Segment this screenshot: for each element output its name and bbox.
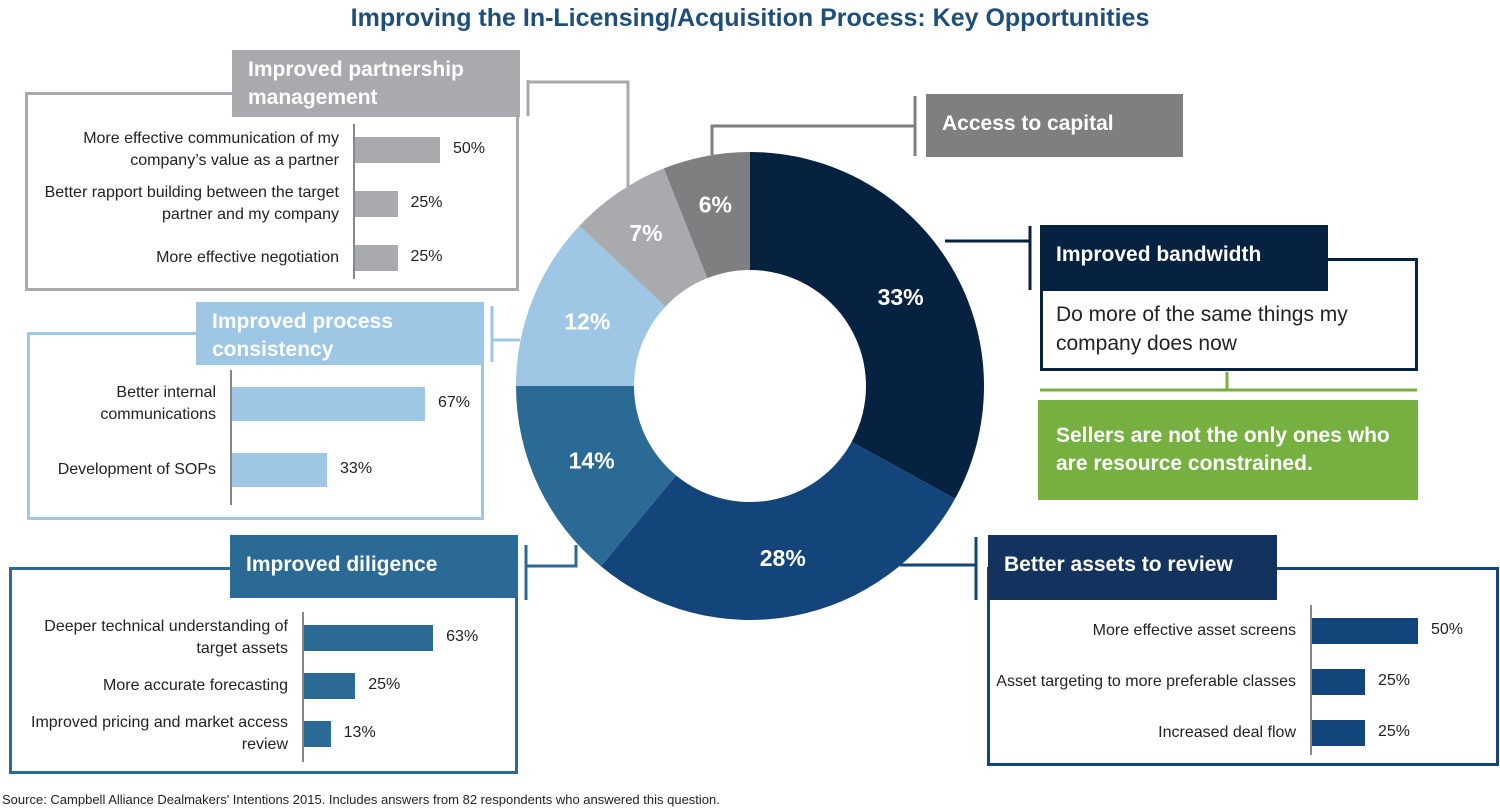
bar-value-label: 63% <box>446 628 479 645</box>
bar-category-label: More effective asset screens <box>1092 622 1296 639</box>
bar-value-label: 25% <box>1378 672 1411 689</box>
bar-category-label: More effective negotiation <box>156 249 339 266</box>
bar <box>232 387 425 421</box>
bar-value-label: 25% <box>1378 723 1411 740</box>
bar-value-label: 50% <box>453 140 486 157</box>
process-header: Improved process consistency <box>196 302 484 365</box>
bar-value-label: 33% <box>340 460 373 477</box>
bar <box>355 191 398 217</box>
bar-value-label: 25% <box>410 248 443 265</box>
bar <box>1312 618 1418 644</box>
bar-category-label: Development of SOPs <box>57 461 216 478</box>
bar-value-label: 50% <box>1431 621 1464 638</box>
donut-chart: 33% 28% 14% 12% 7% 6% <box>516 152 985 621</box>
bar-category-label: Better rapport building between the targ… <box>44 184 339 223</box>
bar-value-label: 13% <box>343 724 376 741</box>
access-capital-header: Access to capital <box>926 94 1183 157</box>
slice-label: 6% <box>699 191 732 217</box>
bandwidth-text: Do more of the same things my company do… <box>1056 303 1348 355</box>
slice-label: 14% <box>569 448 615 474</box>
bar-category-label: Deeper technical understanding of target… <box>44 618 288 657</box>
bandwidth-header: Improved bandwidth <box>1040 225 1328 291</box>
bar <box>355 137 440 163</box>
bar-value-label: 25% <box>410 194 443 211</box>
bar-category-label: Asset targeting to more preferable class… <box>996 673 1296 690</box>
bar <box>304 673 356 699</box>
slice-label: 28% <box>760 545 806 571</box>
assets-header: Better assets to review <box>988 535 1277 600</box>
bar <box>304 625 434 651</box>
bar-value-label: 25% <box>368 676 401 693</box>
donut-slice <box>750 152 985 499</box>
bar-category-label: More effective communication of my compa… <box>83 130 339 169</box>
callout-box: Sellers are not the only ones who are re… <box>1038 400 1418 500</box>
bar-category-label: Improved pricing and market access revie… <box>31 714 288 753</box>
slice-label: 12% <box>564 309 610 335</box>
bar-category-label: More accurate forecasting <box>103 677 288 694</box>
source-note: Source: Campbell Alliance Dealmakers' In… <box>2 792 720 807</box>
bar <box>304 721 331 747</box>
diligence-header: Improved diligence <box>230 535 518 598</box>
bar <box>1312 669 1365 695</box>
bar <box>232 453 328 487</box>
slice-label: 33% <box>878 284 924 310</box>
partnership-header: Improved partnership management <box>232 50 520 117</box>
bar-category-label: Increased deal flow <box>1158 724 1296 741</box>
slice-label: 7% <box>629 220 662 246</box>
bar-value-label: 67% <box>437 394 470 411</box>
bar <box>1312 720 1365 746</box>
bar-category-label: Better internal communications <box>100 384 216 423</box>
bar <box>355 245 398 271</box>
